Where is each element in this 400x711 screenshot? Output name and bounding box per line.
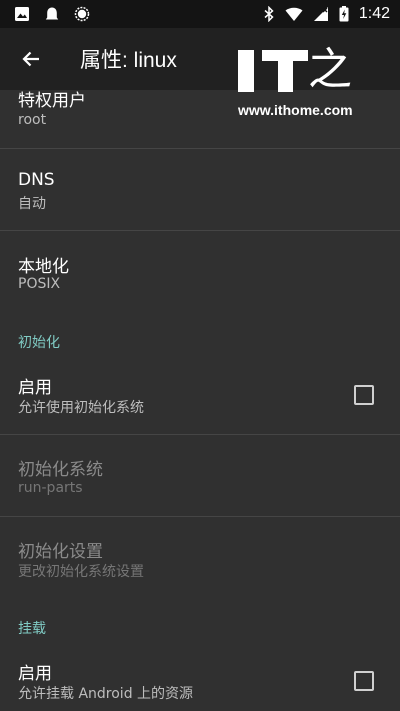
pref-title: 启用 [18,378,52,398]
ghost-icon [44,6,60,22]
pref-summary: 自动 [18,196,46,212]
battery-charging-icon [339,6,349,22]
pref-title: 初始化系统 [18,460,103,480]
arrow-back-icon [21,49,41,69]
pref-summary: 允许挂载 Android 上的资源 [18,686,194,702]
pref-summary: root [18,112,47,128]
pref-title: DNS [18,170,55,190]
pref-privileged-user[interactable]: 特权用户 root [0,90,400,148]
pref-init-enable[interactable]: 启用 允许使用初始化系统 [0,358,400,434]
pref-title: 特权用户 [18,91,86,111]
pref-init-settings[interactable]: 初始化设置 更改初始化系统设置 [0,517,400,603]
section-header-mount: 挂载 [18,621,46,637]
sync-icon [74,6,90,22]
pref-locale[interactable]: 本地化 POSIX [0,231,400,317]
pref-summary: run-parts [18,480,83,496]
pref-summary: POSIX [18,276,61,292]
pref-dns[interactable]: DNS 自动 [0,149,400,229]
image-icon [14,6,30,22]
wifi-icon [285,6,303,22]
section-header-init: 初始化 [18,335,60,351]
clock: 1:42 [358,5,390,22]
watermark-char: 之 [308,44,352,95]
pref-summary: 更改初始化系统设置 [18,564,144,580]
init-enable-checkbox[interactable] [354,385,374,405]
signal-icon [313,6,329,22]
pref-title: 本地化 [18,257,69,277]
bluetooth-icon [263,6,275,22]
pref-init-system[interactable]: 初始化系统 run-parts [0,435,400,515]
mount-enable-checkbox[interactable] [354,671,374,691]
pref-summary: 允许使用初始化系统 [18,400,144,416]
page-title: 属性: linux [80,49,177,72]
pref-mount-enable[interactable]: 启用 允许挂载 Android 上的资源 [0,644,400,711]
preferences-list: 特权用户 root DNS 自动 本地化 POSIX 初始化 启用 允许使用初始… [0,90,400,711]
pref-title: 启用 [18,664,52,684]
status-bar: 1:42 [0,0,400,28]
it-logo [238,50,310,92]
pref-title: 初始化设置 [18,542,103,562]
back-button[interactable] [0,28,62,90]
